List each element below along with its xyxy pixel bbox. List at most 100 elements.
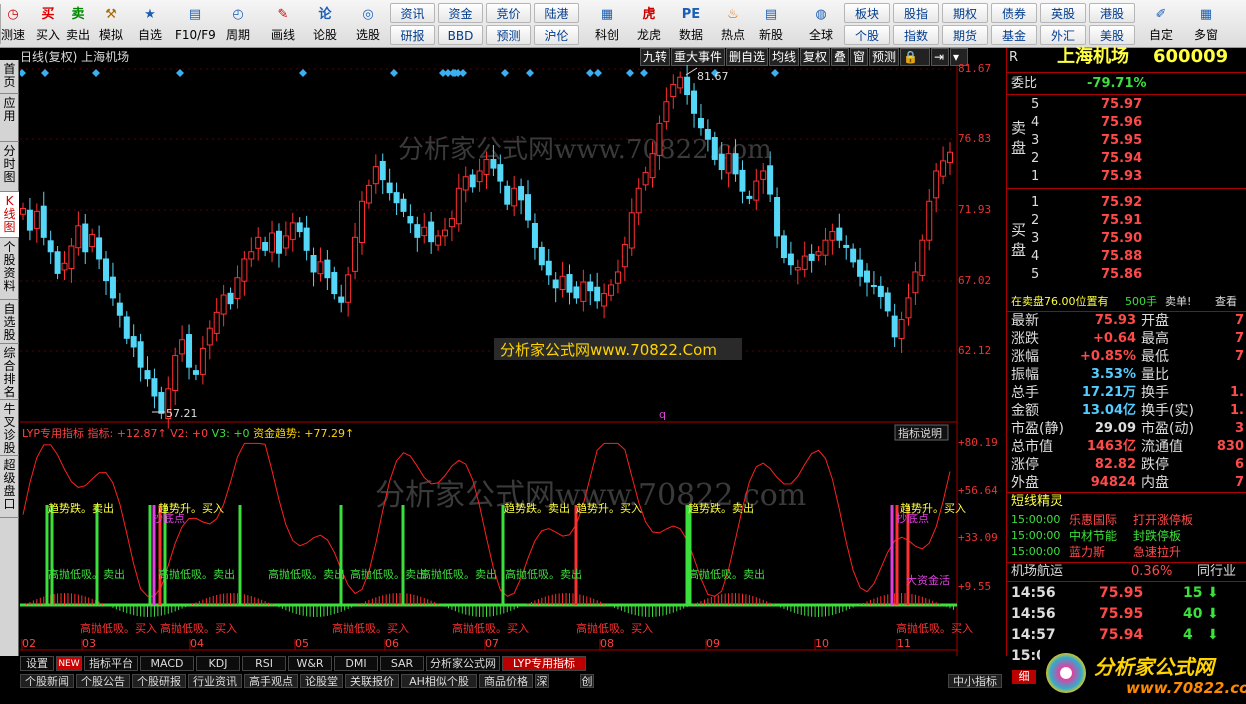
- toolbar-left-0[interactable]: ◷ 测速: [0, 0, 26, 48]
- toolbar-btn-0[interactable]: 资讯: [390, 3, 435, 23]
- info-tab-5[interactable]: 论股堂: [300, 674, 343, 688]
- event-diamond-icon[interactable]: [299, 69, 307, 77]
- toolbar-right-1[interactable]: ▦ 多窗: [1186, 0, 1226, 48]
- toolbar-mid-4[interactable]: ▤ 新股: [752, 0, 790, 48]
- indicator-tab-5[interactable]: RSI: [242, 656, 286, 671]
- buy-price[interactable]: 75.88: [1101, 248, 1142, 266]
- toolbar-left-5[interactable]: ▤ F10/F9: [175, 0, 216, 48]
- sell-price[interactable]: 75.95: [1101, 132, 1142, 150]
- sell-price[interactable]: 75.96: [1101, 114, 1142, 132]
- info-tab-11[interactable]: 中小指标: [948, 674, 1002, 688]
- toolbar-mid-3[interactable]: ♨ 热点: [714, 0, 752, 48]
- toolbar-market-0[interactable]: 板块: [844, 3, 890, 23]
- toolbar-market-1[interactable]: 股指: [893, 3, 939, 23]
- indicator-tab-0[interactable]: 设置: [20, 656, 54, 671]
- toolbar-btn-6[interactable]: 预测: [486, 25, 531, 45]
- info-tab-2[interactable]: 个股研报: [132, 674, 186, 688]
- sidebar-tab-7[interactable]: 牛叉诊股: [0, 400, 19, 456]
- info-tab-8[interactable]: 商品价格: [479, 674, 533, 688]
- event-diamond-icon[interactable]: [771, 69, 779, 77]
- toolbar-mid-5[interactable]: ◍ 全球: [802, 0, 840, 48]
- event-diamond-icon[interactable]: [92, 69, 100, 77]
- sidebar-tab-3[interactable]: K线图: [0, 192, 19, 238]
- event-diamond-icon[interactable]: [586, 69, 594, 77]
- info-tab-1[interactable]: 个股公告: [76, 674, 130, 688]
- event-diamond-icon[interactable]: [459, 69, 467, 77]
- toolbar-market-9[interactable]: 基金: [991, 25, 1037, 45]
- toolbar-left-8[interactable]: 论论股: [307, 0, 343, 48]
- toolbar-mid-0[interactable]: ▦ 科创: [588, 0, 626, 48]
- info-tab-3[interactable]: 行业资讯: [188, 674, 242, 688]
- toolbar-market-7[interactable]: 指数: [893, 25, 939, 45]
- toolbar-market-3[interactable]: 债券: [991, 3, 1037, 23]
- toolbar-market-5[interactable]: 港股: [1089, 3, 1135, 23]
- event-diamond-icon[interactable]: [640, 69, 648, 77]
- buy-price[interactable]: 75.90: [1101, 230, 1142, 248]
- notice-view[interactable]: 查看: [1215, 293, 1237, 311]
- signal-label-sig_up: 趋势升。买入: [576, 502, 642, 515]
- indicator-tab-8[interactable]: SAR: [380, 656, 424, 671]
- indicator-tab-1[interactable]: NEW: [56, 656, 82, 671]
- toolbar-right-0[interactable]: ✐ 自定: [1142, 0, 1180, 48]
- info-tab-6[interactable]: 关联报价: [345, 674, 399, 688]
- toolbar-left-3[interactable]: ⚒ 模拟: [95, 0, 127, 48]
- info-tab-4[interactable]: 高手观点: [244, 674, 298, 688]
- event-diamond-icon[interactable]: [176, 69, 184, 77]
- sidebar-tab-8[interactable]: 超级盘口: [0, 456, 19, 518]
- indicator-tab-3[interactable]: MACD: [140, 656, 194, 671]
- buy-price[interactable]: 75.86: [1101, 266, 1142, 284]
- toolbar-btn-5[interactable]: BBD: [438, 25, 483, 45]
- indicator-tab-4[interactable]: KDJ: [196, 656, 240, 671]
- toolbar-left-6[interactable]: ◴ 周期: [220, 0, 256, 48]
- toolbar-mid-1[interactable]: 虎龙虎: [630, 0, 668, 48]
- toolbar-left-1[interactable]: 买买入: [33, 0, 63, 48]
- info-tab-7[interactable]: AH相似个股: [401, 674, 477, 688]
- quote-label2: 量比: [1141, 367, 1169, 383]
- sidebar-tab-1[interactable]: 应用: [0, 94, 19, 142]
- detail-tab[interactable]: 细: [1012, 670, 1036, 684]
- toolbar-btn-1[interactable]: 资金: [438, 3, 483, 23]
- toolbar-market-4[interactable]: 英股: [1040, 3, 1086, 23]
- sidebar-tab-4[interactable]: 个股资料: [0, 238, 19, 300]
- event-diamond-icon[interactable]: [594, 69, 602, 77]
- toolbar-left-2[interactable]: 卖卖出: [63, 0, 93, 48]
- sell-price[interactable]: 75.94: [1101, 150, 1142, 168]
- event-diamond-icon[interactable]: [526, 69, 534, 77]
- buy-price[interactable]: 75.91: [1101, 212, 1142, 230]
- toolbar-mid-2[interactable]: PE 数据: [672, 0, 710, 48]
- toolbar-market-10[interactable]: 外汇: [1040, 25, 1086, 45]
- indicator-tab-6[interactable]: W&R: [288, 656, 332, 671]
- event-diamond-icon[interactable]: [41, 69, 49, 77]
- toolbar-left-9[interactable]: ◎ 选股: [348, 0, 388, 48]
- info-tab-9[interactable]: 深: [535, 674, 549, 688]
- toolbar-btn-7[interactable]: 沪伦: [534, 25, 579, 45]
- indicator-tab-7[interactable]: DMI: [334, 656, 378, 671]
- info-tab-0[interactable]: 个股新闻: [20, 674, 74, 688]
- toolbar-left-4[interactable]: ★ 自选: [132, 0, 168, 48]
- toolbar-left-7[interactable]: ✎ 画线: [263, 0, 303, 48]
- sell-price[interactable]: 75.97: [1101, 96, 1142, 114]
- event-diamond-icon[interactable]: [501, 69, 509, 77]
- indicator-tab-10[interactable]: LYP专用指标: [502, 656, 586, 671]
- toolbar-market-6[interactable]: 个股: [844, 25, 890, 45]
- event-diamond-icon[interactable]: [626, 69, 634, 77]
- info-tab-10[interactable]: 创: [580, 674, 594, 688]
- sidebar-tab-5[interactable]: 自选股: [0, 300, 19, 344]
- kline-chart[interactable]: 分析家公式网www.70822.com分析家公式网www.70822.com81…: [20, 48, 1005, 656]
- toolbar-btn-2[interactable]: 竞价: [486, 3, 531, 23]
- indicator-tab-2[interactable]: 指标平台: [84, 656, 138, 671]
- toolbar-market-2[interactable]: 期权: [942, 3, 988, 23]
- sidebar-tab-6[interactable]: 综合排名: [0, 344, 19, 400]
- event-diamond-icon[interactable]: [390, 69, 398, 77]
- event-diamond-icon[interactable]: [20, 69, 26, 77]
- sidebar-tab-2[interactable]: 分时图: [0, 142, 19, 192]
- indicator-tab-9[interactable]: 分析家公式网: [426, 656, 500, 671]
- elf-stock[interactable]: 蓝力斯: [1069, 544, 1105, 562]
- buy-price[interactable]: 75.92: [1101, 194, 1142, 212]
- toolbar-btn-4[interactable]: 研报: [390, 25, 435, 45]
- toolbar-market-11[interactable]: 美股: [1089, 25, 1135, 45]
- toolbar-market-8[interactable]: 期货: [942, 25, 988, 45]
- toolbar-btn-3[interactable]: 陆港: [534, 3, 579, 23]
- sidebar-tab-0[interactable]: 首页: [0, 60, 19, 94]
- sell-price[interactable]: 75.93: [1101, 168, 1142, 186]
